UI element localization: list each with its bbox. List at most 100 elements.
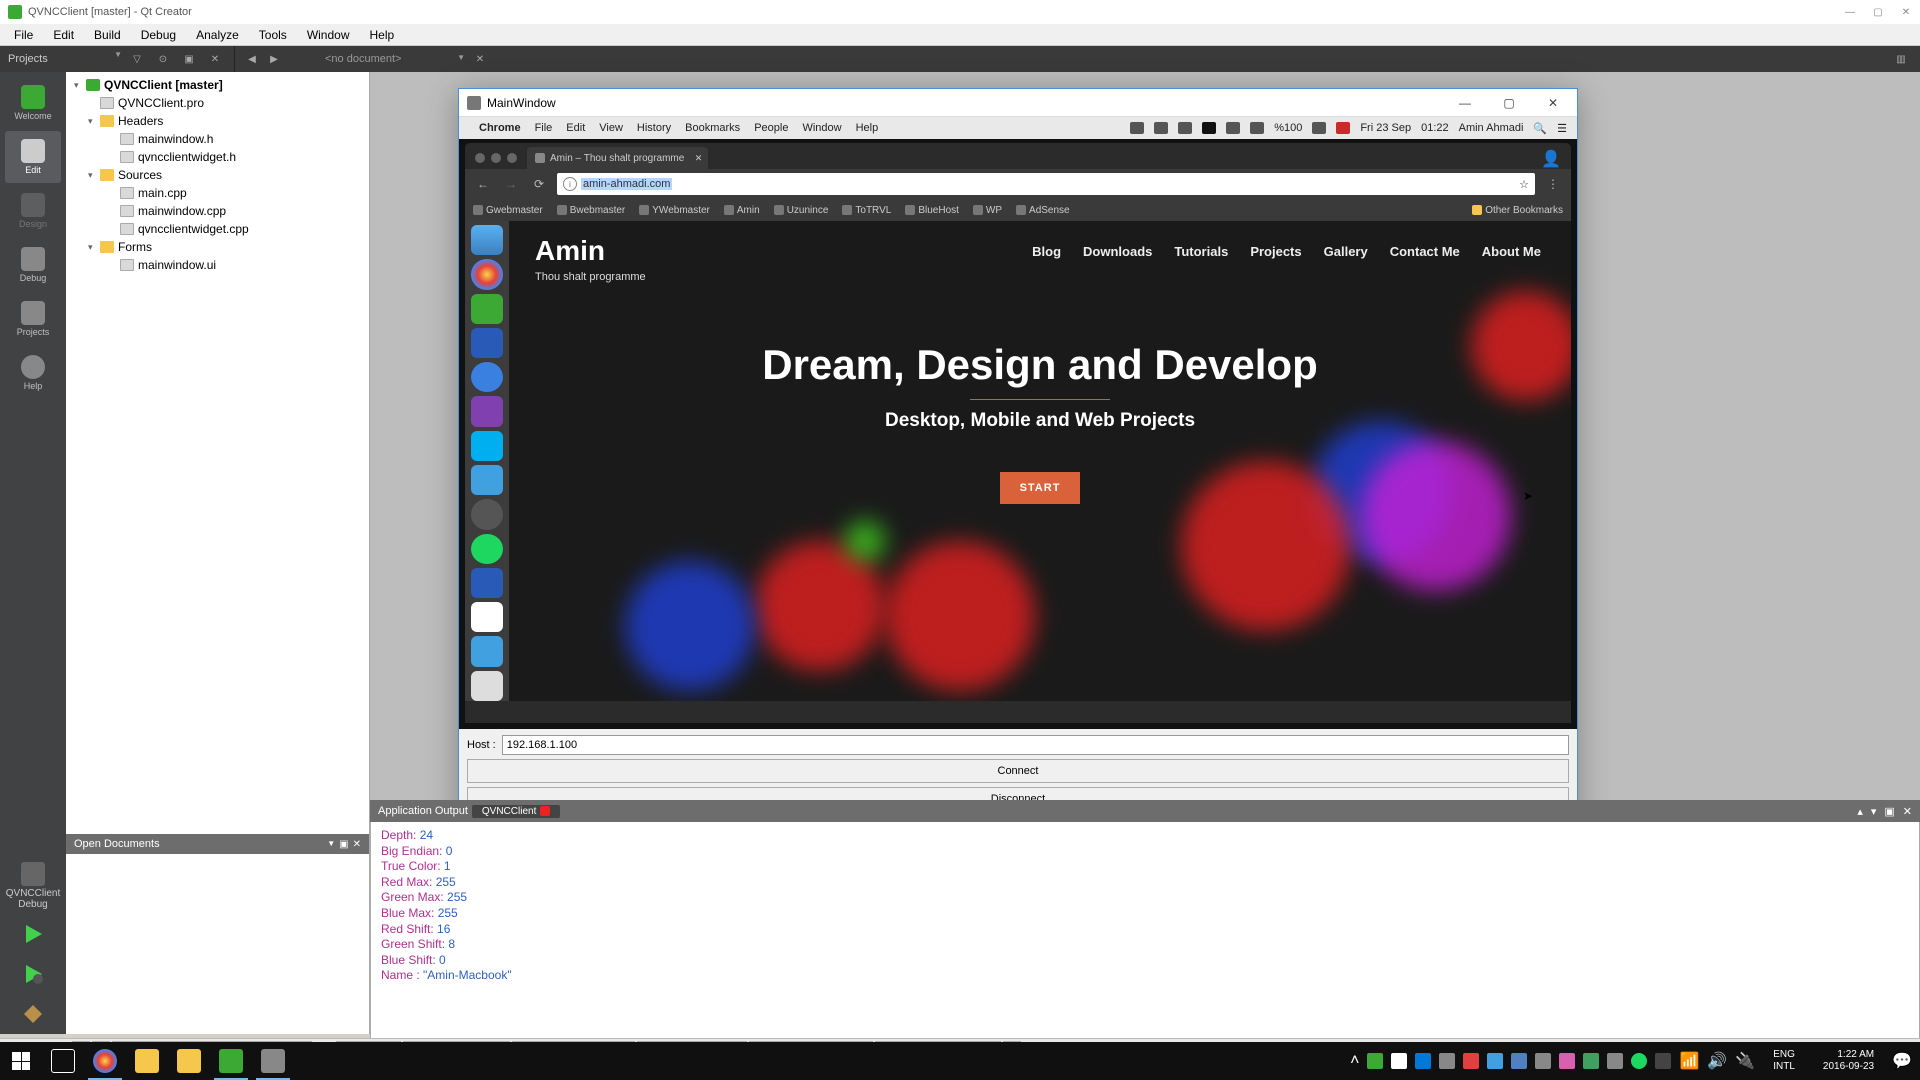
finder-icon[interactable] [471, 225, 503, 255]
debug-run-button[interactable] [19, 960, 47, 988]
vnc-remote-view[interactable]: Chrome File Edit View History Bookmarks … [459, 117, 1577, 729]
spotlight-icon[interactable]: 🔍 [1533, 122, 1547, 135]
taskbar-qtcreator[interactable] [210, 1042, 252, 1080]
settings-icon[interactable] [471, 499, 503, 529]
bookmark-item[interactable]: AdSense [1016, 205, 1070, 216]
maximize-button[interactable]: ▢ [1872, 6, 1884, 18]
output-tab[interactable]: QVNCClient [472, 805, 560, 818]
app-icon[interactable] [471, 465, 503, 495]
tree-sources-folder[interactable]: Sources [118, 168, 162, 182]
menu-icon[interactable]: ☰ [1557, 122, 1567, 135]
menu-help[interactable]: Help [360, 26, 405, 44]
profile-icon[interactable]: 👤 [1541, 149, 1561, 169]
taskbar-folder[interactable] [168, 1042, 210, 1080]
forward-button[interactable]: → [501, 174, 521, 194]
project-tree[interactable]: ▾QVNCClient [master] QVNCClient.pro ▾Hea… [66, 72, 369, 834]
nav-link[interactable]: About Me [1482, 244, 1541, 259]
tray-icon[interactable] [1559, 1053, 1575, 1069]
mac-menu-view[interactable]: View [599, 122, 623, 134]
start-button[interactable] [0, 1042, 42, 1080]
volume-icon[interactable] [1250, 122, 1264, 134]
kit-selector[interactable]: QVNCClient Debug [2, 858, 64, 914]
split-icon[interactable]: ▣ [1884, 805, 1894, 818]
document-selector[interactable]: <no document> ▼ [325, 53, 465, 65]
tray-icon[interactable] [1583, 1053, 1599, 1069]
tray-icon[interactable] [1535, 1053, 1551, 1069]
stop-icon[interactable] [540, 806, 550, 816]
link-icon[interactable]: ⊙ [154, 50, 172, 68]
back-icon[interactable]: ◀ [243, 50, 261, 68]
menu-edit[interactable]: Edit [43, 26, 84, 44]
mac-menu-edit[interactable]: Edit [566, 122, 585, 134]
action-center-icon[interactable]: 💬 [1892, 1051, 1912, 1071]
tray-icon[interactable] [1391, 1053, 1407, 1069]
minimize-button[interactable]: — [1844, 6, 1856, 18]
forward-icon[interactable]: ▶ [265, 50, 283, 68]
battery-text[interactable]: %100 [1274, 122, 1302, 134]
bookmark-item[interactable]: Bwebmaster [557, 205, 626, 216]
run-button[interactable] [19, 920, 47, 948]
menu-tools[interactable]: Tools [249, 26, 297, 44]
output-body[interactable]: Depth: 24 Big Endian: 0 True Color: 1 Re… [370, 822, 1920, 1040]
mac-menu-bookmarks[interactable]: Bookmarks [685, 122, 740, 134]
bookmark-item[interactable]: WP [973, 205, 1002, 216]
tree-root[interactable]: QVNCClient [master] [104, 78, 223, 92]
build-button[interactable] [19, 1000, 47, 1028]
mac-menu-help[interactable]: Help [856, 122, 879, 134]
back-button[interactable]: ← [473, 174, 493, 194]
close-panel-icon[interactable]: ✕ [206, 50, 224, 68]
menu-window[interactable]: Window [297, 26, 360, 44]
app-icon[interactable] [471, 602, 503, 632]
nav-link[interactable]: Projects [1250, 244, 1301, 259]
taskbar-explorer[interactable] [126, 1042, 168, 1080]
start-button[interactable]: START [1000, 472, 1081, 504]
taskbar-lang[interactable]: ENG INTL [1763, 1049, 1805, 1073]
open-documents-list[interactable] [66, 854, 369, 1034]
nav-link[interactable]: Blog [1032, 244, 1061, 259]
tree-file[interactable]: qvncclientwidget.h [138, 150, 236, 164]
power-icon[interactable]: 🔌 [1735, 1051, 1755, 1071]
tray-icon[interactable] [1463, 1053, 1479, 1069]
tray-icon[interactable] [1607, 1053, 1623, 1069]
chevron-up-icon[interactable]: ▴ [1857, 805, 1863, 818]
onedrive-icon[interactable] [1415, 1053, 1431, 1069]
tree-file[interactable]: qvncclientwidget.cpp [138, 222, 249, 236]
mac-traffic-lights[interactable] [475, 153, 517, 163]
split-icon[interactable]: ▣ [339, 839, 348, 850]
minimize-button[interactable]: — [1449, 96, 1481, 110]
close-tab-icon[interactable]: ✕ [695, 153, 703, 164]
tray-icon[interactable] [1487, 1053, 1503, 1069]
filter-icon[interactable]: ▽ [128, 50, 146, 68]
tree-forms-folder[interactable]: Forms [118, 240, 152, 254]
close-doc-icon[interactable]: ✕ [471, 50, 489, 68]
mac-menu-window[interactable]: Window [802, 122, 841, 134]
tray-icon[interactable] [1511, 1053, 1527, 1069]
safari-icon[interactable] [471, 362, 503, 392]
steam-tray-icon[interactable] [1655, 1053, 1671, 1069]
mac-menu-people[interactable]: People [754, 122, 788, 134]
volume-icon[interactable]: 🔊 [1707, 1051, 1727, 1071]
chevron-down-icon[interactable]: ▾ [1871, 805, 1877, 818]
onenote-icon[interactable] [471, 396, 503, 426]
skype-icon[interactable] [471, 431, 503, 461]
tree-pro-file[interactable]: QVNCClient.pro [118, 96, 204, 110]
open-documents-header[interactable]: Open Documents ▼ ▣ ✕ [66, 834, 369, 854]
mac-menu-file[interactable]: File [535, 122, 553, 134]
tray-icon[interactable] [1367, 1053, 1383, 1069]
close-panel-icon[interactable]: ✕ [353, 839, 361, 850]
chrome-icon[interactable] [471, 259, 503, 289]
taskbar-app[interactable] [252, 1042, 294, 1080]
menu-build[interactable]: Build [84, 26, 131, 44]
bookmark-item[interactable]: ToTRVL [842, 205, 891, 216]
close-button[interactable]: ✕ [1900, 6, 1912, 18]
word-icon[interactable] [471, 568, 503, 598]
downloads-icon[interactable] [471, 636, 503, 666]
nav-link[interactable]: Contact Me [1390, 244, 1460, 259]
info-icon[interactable]: i [563, 177, 577, 191]
tray-icon[interactable] [1130, 122, 1144, 134]
qt-icon[interactable] [471, 294, 503, 324]
reload-button[interactable]: ⟳ [529, 174, 549, 194]
menu-analyze[interactable]: Analyze [186, 26, 249, 44]
nav-link[interactable]: Gallery [1324, 244, 1368, 259]
bookmark-item[interactable]: YWebmaster [639, 205, 710, 216]
